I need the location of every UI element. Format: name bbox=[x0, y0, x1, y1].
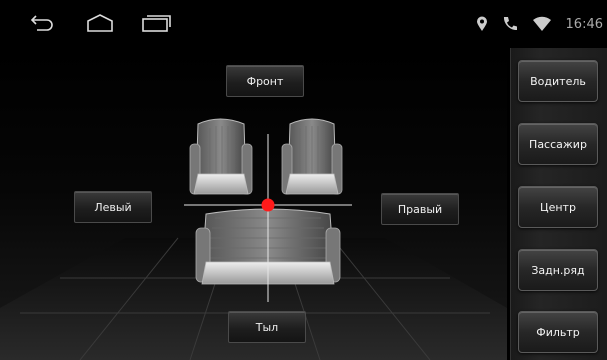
right-button[interactable]: Правый bbox=[381, 193, 459, 225]
status-indicators: 16:46 bbox=[476, 12, 603, 36]
front-label: Фронт bbox=[246, 74, 284, 88]
back-button[interactable] bbox=[22, 10, 62, 36]
sound-field-stage[interactable]: Фронт Левый Правый Тыл bbox=[0, 48, 507, 360]
location-icon bbox=[476, 16, 487, 31]
phone-icon bbox=[503, 17, 517, 31]
sidebar-item-label: Водитель bbox=[530, 74, 586, 88]
sidebar-item-label: Задн.ряд bbox=[531, 263, 585, 277]
recent-apps-icon bbox=[142, 15, 171, 32]
seat-front-right bbox=[281, 118, 343, 195]
recent-apps-button[interactable] bbox=[136, 10, 176, 36]
sidebar-item-rear-row[interactable]: Задн.ряд bbox=[518, 249, 598, 291]
right-label: Правый bbox=[397, 202, 443, 216]
sidebar-item-passenger[interactable]: Пассажир bbox=[518, 123, 598, 165]
seat-front-left bbox=[189, 118, 253, 195]
sidebar-item-label: Фильтр bbox=[536, 325, 580, 339]
rear-button[interactable]: Тыл bbox=[228, 311, 306, 343]
sidebar: Водитель Пассажир Центр Задн.ряд Фильтр bbox=[510, 48, 607, 360]
sidebar-item-filter[interactable]: Фильтр bbox=[518, 311, 598, 353]
sidebar-item-center[interactable]: Центр bbox=[518, 186, 598, 228]
home-icon bbox=[87, 14, 113, 32]
left-button[interactable]: Левый bbox=[74, 191, 152, 223]
status-bar: 16:46 bbox=[0, 0, 607, 48]
sidebar-item-label: Пассажир bbox=[529, 137, 587, 151]
wifi-icon bbox=[532, 16, 551, 31]
rear-label: Тыл bbox=[255, 320, 279, 334]
clock: 16:46 bbox=[565, 16, 603, 32]
back-icon bbox=[30, 15, 53, 31]
left-label: Левый bbox=[94, 200, 132, 214]
front-button[interactable]: Фронт bbox=[226, 65, 304, 97]
sidebar-item-driver[interactable]: Водитель bbox=[518, 60, 598, 102]
sound-focus-point[interactable] bbox=[261, 198, 275, 212]
home-button[interactable] bbox=[80, 10, 120, 36]
sidebar-item-label: Центр bbox=[540, 200, 576, 214]
